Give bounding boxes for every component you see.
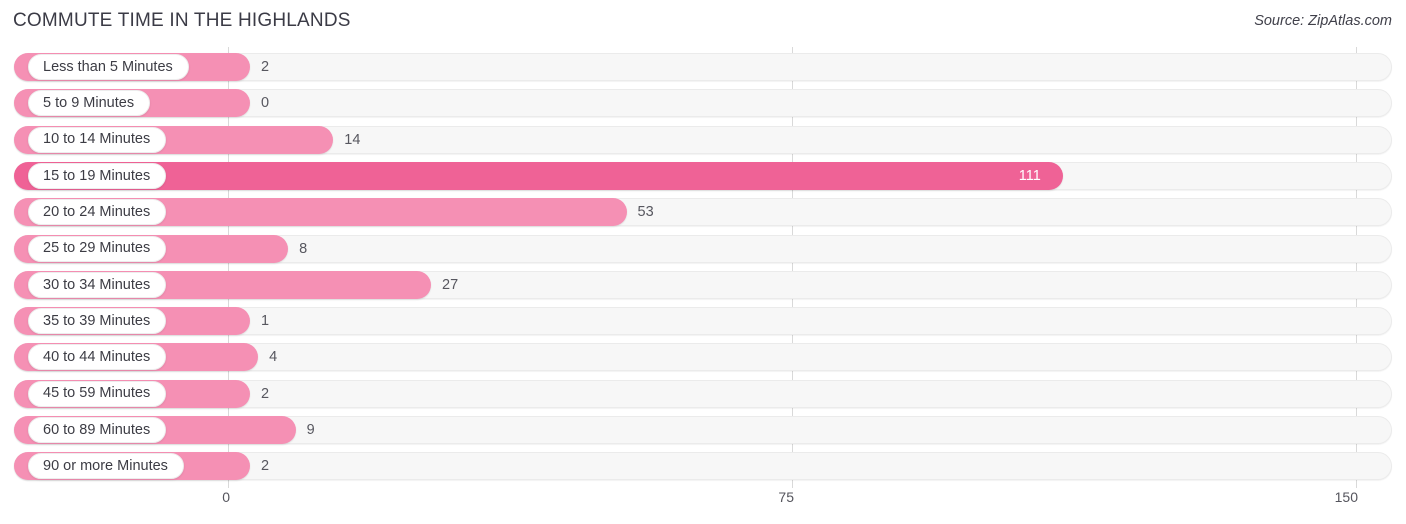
category-label: 45 to 59 Minutes — [43, 385, 151, 402]
bar-row[interactable]: 25 to 29 Minutes 8 — [14, 234, 1392, 263]
category-label-pill: 10 to 14 Minutes — [28, 126, 167, 153]
x-axis-tick-label: 75 — [778, 489, 794, 505]
category-label-pill: Less than 5 Minutes — [28, 54, 189, 80]
bar-row[interactable]: 35 to 39 Minutes 1 — [14, 307, 1392, 336]
x-axis-tick-label: 150 — [1334, 489, 1358, 505]
bar-value-label: 8 — [299, 240, 308, 257]
bar-value-label: 9 — [306, 422, 315, 438]
bar-row[interactable]: 5 to 9 Minutes 0 — [14, 89, 1392, 118]
bar-value-label: 53 — [637, 204, 654, 221]
category-label-pill: 45 to 59 Minutes — [28, 380, 167, 407]
category-label: 60 to 89 Minutes — [43, 421, 151, 438]
x-axis-tick-label: 0 — [222, 489, 230, 505]
category-label-pill: 90 or more Minutes — [28, 453, 184, 480]
bar-row[interactable]: 90 or more Minutes 2 — [14, 452, 1392, 481]
bar-row[interactable]: Less than 5 Minutes 2 — [14, 53, 1392, 81]
bar-value-label: 111 — [1018, 167, 1041, 184]
category-label-pill: 35 to 39 Minutes — [28, 308, 167, 335]
category-label: 30 to 34 Minutes — [43, 276, 151, 293]
bar-value-label: 4 — [269, 349, 278, 366]
bar-row[interactable]: 20 to 24 Minutes 53 — [14, 198, 1392, 227]
bar-value-label: 2 — [261, 59, 270, 75]
category-label-pill: 5 to 9 Minutes — [28, 90, 151, 117]
category-label-pill: 60 to 89 Minutes — [28, 417, 167, 443]
bar-row[interactable]: 60 to 89 Minutes 9 — [14, 416, 1392, 444]
category-label-pill: 25 to 29 Minutes — [28, 235, 167, 262]
category-label: 5 to 9 Minutes — [43, 95, 135, 112]
category-label: 25 to 29 Minutes — [43, 240, 151, 257]
category-label: 90 or more Minutes — [43, 458, 168, 475]
source-attribution: Source: ZipAtlas.com — [1254, 13, 1392, 29]
category-label: 40 to 44 Minutes — [43, 349, 151, 366]
bar-row[interactable]: 30 to 34 Minutes 27 — [14, 270, 1392, 299]
category-label: 20 to 24 Minutes — [43, 203, 151, 220]
bar-value-label: 2 — [261, 385, 270, 402]
category-label-pill: 15 to 19 Minutes — [28, 162, 167, 189]
page-title: COMMUTE TIME IN THE HIGHLANDS — [13, 10, 351, 31]
category-label: Less than 5 Minutes — [43, 58, 173, 75]
plot-area: Less than 5 Minutes 2 5 to 9 Minutes 0 10 to… — [0, 47, 1406, 488]
bar-value-label: 0 — [261, 95, 270, 112]
bar-row[interactable]: 45 to 59 Minutes 2 — [14, 379, 1392, 408]
category-label: 35 to 39 Minutes — [43, 312, 151, 329]
category-label: 10 to 14 Minutes — [43, 131, 151, 148]
bar-value-label: 1 — [261, 313, 270, 330]
category-label-pill: 20 to 24 Minutes — [28, 199, 167, 226]
bar-value-label: 2 — [261, 458, 270, 475]
bar-value-label: 27 — [442, 276, 459, 293]
bar-row[interactable]: 10 to 14 Minutes 14 — [14, 125, 1392, 154]
category-label-pill: 40 to 44 Minutes — [28, 344, 167, 371]
bar-row[interactable]: 40 to 44 Minutes 4 — [14, 343, 1392, 372]
bar-fill — [14, 161, 1063, 190]
x-axis: 0 75 150 — [0, 489, 1406, 524]
bar-row[interactable]: 15 to 19 Minutes 111 — [14, 161, 1392, 190]
category-label-pill: 30 to 34 Minutes — [28, 271, 167, 298]
category-label: 15 to 19 Minutes — [43, 167, 151, 184]
bar-value-label: 14 — [344, 131, 361, 148]
